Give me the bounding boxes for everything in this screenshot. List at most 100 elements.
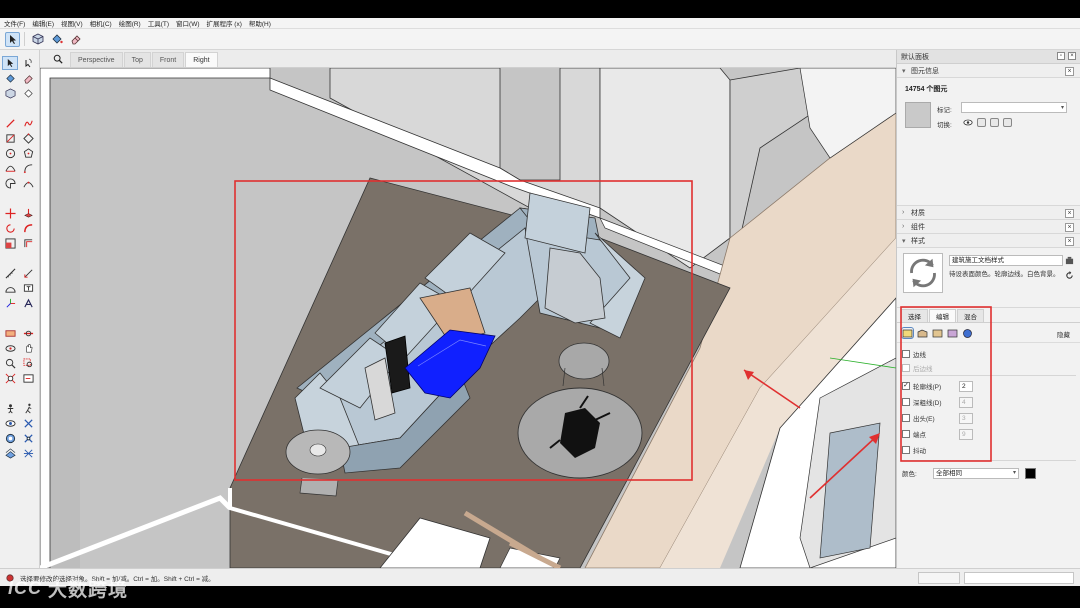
three-point-arc-icon[interactable] — [20, 176, 36, 190]
close-icon[interactable]: × — [1065, 223, 1074, 232]
move-icon[interactable] — [2, 206, 18, 220]
sandbox-scratch-icon[interactable] — [20, 446, 36, 460]
freehand-icon[interactable] — [20, 116, 36, 130]
tag-icon[interactable] — [20, 86, 36, 100]
endpoints-input[interactable]: 9 — [959, 429, 973, 440]
edge-color-swatch[interactable] — [1025, 468, 1036, 479]
eraser-button[interactable] — [68, 32, 83, 47]
rectangle-icon[interactable] — [2, 131, 18, 145]
outer-shell-icon[interactable] — [2, 431, 18, 445]
styles-header[interactable]: ▾ 样式 × — [897, 234, 1080, 248]
polygon-icon[interactable] — [20, 146, 36, 160]
eraser-icon[interactable] — [20, 71, 36, 85]
receive-shadows-icon[interactable] — [990, 118, 999, 127]
style-builder-icon[interactable] — [1065, 256, 1074, 265]
edge-settings-icon[interactable] — [901, 326, 914, 339]
tab-edit[interactable]: 编辑 — [929, 309, 956, 322]
intersect-icon[interactable] — [20, 431, 36, 445]
tape-measure-icon[interactable] — [2, 266, 18, 280]
menu-help[interactable]: 帮助(H) — [249, 18, 271, 28]
close-icon[interactable]: × — [1065, 209, 1074, 218]
axes-icon[interactable] — [2, 296, 18, 310]
zoom-window-icon[interactable] — [20, 356, 36, 370]
look-around-icon[interactable] — [2, 416, 18, 430]
jitter-checkbox[interactable] — [902, 446, 910, 454]
components-header[interactable]: › 组件 × — [897, 220, 1080, 234]
paint-bucket-button[interactable] — [49, 32, 64, 47]
material-swatch[interactable] — [905, 102, 931, 128]
option-profiles[interactable]: ✓ 轮廓线(P) 2 — [897, 378, 1080, 394]
visibility-eye-icon[interactable] — [963, 118, 973, 127]
option-jitter[interactable]: 抖动 — [897, 442, 1080, 458]
profiles-width-input[interactable]: 2 — [959, 381, 973, 392]
pan-icon[interactable] — [20, 341, 36, 355]
previous-view-icon[interactable] — [20, 371, 36, 385]
extension-checkbox[interactable] — [902, 414, 910, 422]
scale-icon[interactable] — [2, 236, 18, 250]
tab-right[interactable]: Right — [185, 52, 218, 67]
depth-cue-input[interactable]: 4 — [959, 397, 973, 408]
cast-shadows-icon[interactable] — [1003, 118, 1012, 127]
offset-icon[interactable] — [20, 236, 36, 250]
modeling-settings-icon[interactable] — [962, 328, 973, 338]
color-dropdown[interactable]: 全部相同 ▾ — [933, 468, 1019, 479]
menu-draw[interactable]: 绘图(R) — [119, 18, 141, 28]
option-extension[interactable]: 出头(E) 3 — [897, 410, 1080, 426]
select-tool-button[interactable] — [5, 31, 20, 47]
tag-dropdown[interactable]: ▾ — [961, 102, 1067, 113]
solid-tools-icon[interactable] — [20, 416, 36, 430]
rotated-rectangle-icon[interactable] — [20, 131, 36, 145]
refresh-icon[interactable] — [1065, 271, 1074, 280]
close-icon[interactable]: × — [1065, 237, 1074, 246]
select-icon[interactable] — [2, 56, 18, 70]
watermark-settings-icon[interactable] — [947, 328, 958, 338]
make-component-button[interactable] — [30, 32, 45, 47]
zoom-icon[interactable] — [2, 356, 18, 370]
tab-perspective[interactable]: Perspective — [70, 52, 123, 67]
back-edges-checkbox[interactable] — [902, 363, 910, 372]
zoom-extents-icon[interactable] — [2, 371, 18, 385]
push-pull-icon[interactable] — [20, 206, 36, 220]
profiles-checkbox[interactable]: ✓ — [902, 382, 910, 390]
3d-text-icon[interactable] — [20, 296, 36, 310]
extension-input[interactable]: 3 — [959, 413, 973, 424]
follow-me-icon[interactable] — [20, 221, 36, 235]
section-plane-icon[interactable] — [2, 326, 18, 340]
section-fill-icon[interactable] — [20, 326, 36, 340]
background-settings-icon[interactable] — [932, 328, 943, 338]
style-thumbnail[interactable] — [903, 253, 943, 293]
line-icon[interactable] — [2, 116, 18, 130]
close-icon[interactable]: × — [1068, 52, 1076, 60]
arc-icon[interactable] — [2, 161, 18, 175]
face-settings-icon[interactable] — [917, 328, 928, 338]
paint-bucket-icon[interactable] — [2, 71, 18, 85]
option-endpoints[interactable]: 端点 9 — [897, 426, 1080, 442]
menu-tools[interactable]: 工具(T) — [148, 18, 169, 28]
menu-file[interactable]: 文件(F) — [4, 18, 25, 28]
rotate-icon[interactable] — [2, 221, 18, 235]
component-icon[interactable] — [2, 86, 18, 100]
pie-icon[interactable] — [2, 176, 18, 190]
close-icon[interactable]: × — [1065, 67, 1074, 76]
menu-edit[interactable]: 编辑(E) — [32, 18, 54, 28]
orbit-icon[interactable] — [2, 341, 18, 355]
endpoints-checkbox[interactable] — [902, 430, 910, 438]
lock-icon[interactable] — [977, 118, 986, 127]
menu-extensions[interactable]: 扩展程序 (x) — [207, 18, 242, 28]
materials-header[interactable]: › 材质 × — [897, 206, 1080, 220]
option-back-edges[interactable]: 后边线 — [897, 362, 1080, 373]
entity-info-header[interactable]: ▾ 图元信息 × — [897, 64, 1080, 78]
menu-camera[interactable]: 相机(C) — [90, 18, 112, 28]
text-icon[interactable] — [20, 281, 36, 295]
option-edges[interactable]: 边线 — [897, 346, 1080, 362]
pin-icon[interactable]: ▫ — [1057, 52, 1065, 60]
option-depth-cue[interactable]: 深粗线(D) 4 — [897, 394, 1080, 410]
dimension-icon[interactable] — [20, 266, 36, 280]
circle-icon[interactable] — [2, 146, 18, 160]
tab-mix[interactable]: 混合 — [957, 309, 984, 322]
edges-checkbox[interactable] — [902, 350, 910, 358]
walk-icon[interactable] — [20, 401, 36, 415]
style-name-field[interactable]: 建筑施工文档样式 — [949, 255, 1063, 266]
measurements-input[interactable] — [964, 572, 1074, 584]
menu-window[interactable]: 窗口(W) — [176, 18, 199, 28]
